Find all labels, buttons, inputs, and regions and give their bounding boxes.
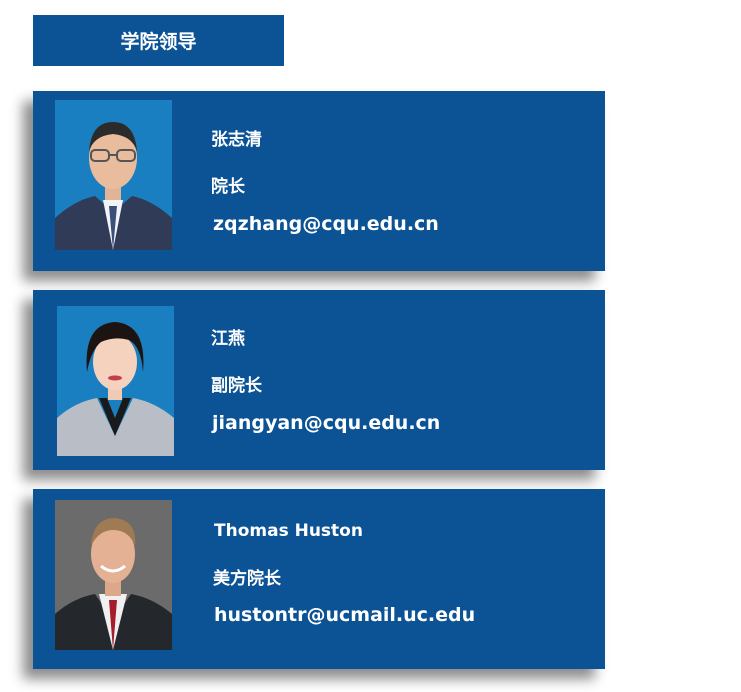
leader-email-link[interactable]: hustontr@ucmail.uc.edu — [214, 604, 475, 626]
leader-email-link[interactable]: jiangyan@cqu.edu.cn — [212, 412, 440, 434]
leader-email-link[interactable]: zqzhang@cqu.edu.cn — [213, 213, 439, 235]
leader-name: 张志清 — [211, 130, 262, 150]
leader-card: 江燕 副院长 jiangyan@cqu.edu.cn — [33, 290, 605, 470]
leader-photo-vice-dean — [57, 306, 174, 456]
leader-title: 院长 — [211, 177, 245, 197]
section-title-tab[interactable]: 学院领导 — [33, 15, 284, 66]
leader-card: 张志清 院长 zqzhang@cqu.edu.cn — [33, 91, 605, 271]
leader-name: Thomas Huston — [214, 521, 363, 541]
section-title: 学院领导 — [120, 31, 197, 53]
leader-name: 江燕 — [211, 329, 245, 349]
leader-photo-dean — [55, 100, 172, 250]
leader-title: 副院长 — [211, 376, 262, 396]
leader-title: 美方院长 — [213, 569, 281, 589]
leader-photo-us-dean — [55, 500, 172, 650]
leader-card: Thomas Huston 美方院长 hustontr@ucmail.uc.ed… — [33, 489, 605, 669]
